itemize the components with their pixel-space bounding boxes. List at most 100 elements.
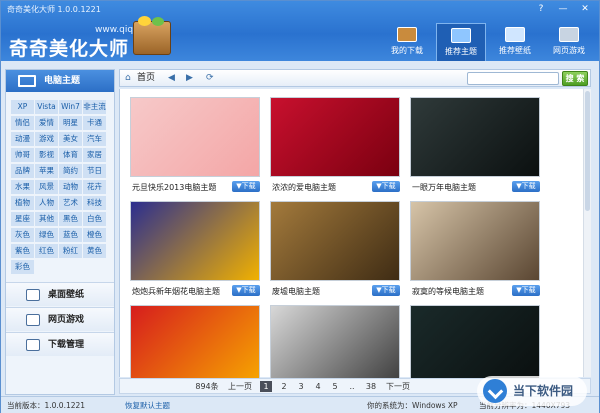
theme-tag[interactable]: 简约 bbox=[59, 164, 82, 178]
theme-tag[interactable]: 人物 bbox=[35, 196, 58, 210]
theme-tag[interactable]: 橙色 bbox=[83, 228, 106, 242]
theme-tag[interactable]: 植物 bbox=[11, 196, 34, 210]
theme-caption: 元旦快乐2013电脑主题 bbox=[132, 183, 217, 192]
theme-tag[interactable]: 白色 bbox=[83, 212, 106, 226]
help-icon[interactable]: ? bbox=[534, 3, 548, 15]
theme-tag[interactable]: XP bbox=[11, 100, 34, 114]
sidebar-link-label: 网页游戏 bbox=[48, 315, 85, 325]
theme-thumbnail[interactable] bbox=[130, 305, 260, 385]
theme-thumbnail[interactable] bbox=[410, 97, 540, 177]
page-number[interactable]: 4 bbox=[312, 381, 324, 392]
theme-thumbnail[interactable] bbox=[410, 305, 540, 385]
refresh-button[interactable]: ⟳ bbox=[206, 73, 214, 83]
download-button[interactable]: ▼下载 bbox=[232, 181, 260, 192]
theme-tag[interactable]: 影视 bbox=[35, 148, 58, 162]
wallpaper-icon bbox=[505, 27, 525, 42]
restore-default-link[interactable]: 恢复默认主题 bbox=[125, 397, 170, 413]
page-number[interactable]: 3 bbox=[295, 381, 307, 392]
theme-tag[interactable]: 黄色 bbox=[83, 244, 106, 258]
theme-tag[interactable]: 艺术 bbox=[59, 196, 82, 210]
download-button[interactable]: ▼下载 bbox=[372, 285, 400, 296]
theme-tag[interactable]: 灰色 bbox=[11, 228, 34, 242]
nav-my-downloads[interactable]: 我的下载 bbox=[382, 23, 432, 61]
watermark-text: 当下软件园 bbox=[513, 384, 574, 398]
page-number[interactable]: 2 bbox=[278, 381, 290, 392]
theme-tag[interactable]: 帅哥 bbox=[11, 148, 34, 162]
sidebar-link-wallpaper[interactable]: 桌面壁纸 bbox=[6, 282, 114, 306]
theme-tag[interactable]: 爱情 bbox=[35, 116, 58, 130]
page-number[interactable]: 1 bbox=[260, 381, 272, 392]
theme-tag[interactable]: 水果 bbox=[11, 180, 34, 194]
theme-tag[interactable]: Win7 bbox=[59, 100, 82, 114]
gamepad-icon bbox=[559, 27, 579, 42]
download-button[interactable]: ▼下载 bbox=[232, 285, 260, 296]
theme-card[interactable]: 浓浓的爱电脑主题 ▼下载 bbox=[270, 97, 400, 199]
theme-tag[interactable]: 粉红 bbox=[59, 244, 82, 258]
theme-tag[interactable]: 绿色 bbox=[35, 228, 58, 242]
download-button[interactable]: ▼下载 bbox=[512, 181, 540, 192]
theme-tag[interactable]: 汽车 bbox=[83, 132, 106, 146]
search-input[interactable] bbox=[467, 72, 559, 85]
theme-tag[interactable]: 蓝色 bbox=[59, 228, 82, 242]
theme-thumbnail[interactable] bbox=[410, 201, 540, 281]
theme-tag[interactable]: 苹果 bbox=[35, 164, 58, 178]
theme-tag[interactable]: 红色 bbox=[35, 244, 58, 258]
theme-tag[interactable]: 星座 bbox=[11, 212, 34, 226]
theme-thumbnail[interactable] bbox=[270, 97, 400, 177]
theme-tag[interactable]: 品牌 bbox=[11, 164, 34, 178]
theme-tag[interactable]: 情侣 bbox=[11, 116, 34, 130]
theme-card[interactable]: 炮炮兵新年烟花电脑主题 ▼下载 bbox=[130, 201, 260, 303]
back-button[interactable]: ◀ bbox=[168, 73, 175, 83]
theme-tag[interactable]: 花卉 bbox=[83, 180, 106, 194]
theme-tag[interactable]: 风景 bbox=[35, 180, 58, 194]
theme-thumbnail[interactable] bbox=[270, 305, 400, 385]
download-button[interactable]: ▼下载 bbox=[372, 181, 400, 192]
theme-tag[interactable]: 动物 bbox=[59, 180, 82, 194]
prev-page-button[interactable]: 上一页 bbox=[226, 381, 254, 392]
theme-tag[interactable]: 家居 bbox=[83, 148, 106, 162]
theme-tag[interactable]: 彩色 bbox=[11, 260, 34, 274]
nav-recommended-themes[interactable]: 推荐主题 bbox=[436, 23, 486, 61]
theme-card[interactable]: 一眼万年电脑主题 ▼下载 bbox=[410, 97, 540, 199]
home-icon[interactable]: ⌂ bbox=[125, 73, 131, 83]
theme-tag[interactable]: 非主流 bbox=[83, 100, 106, 114]
close-button[interactable]: ✕ bbox=[578, 3, 592, 15]
theme-tag[interactable]: 其他 bbox=[35, 212, 58, 226]
scrollbar-thumb[interactable] bbox=[585, 91, 590, 211]
theme-tag[interactable]: Vista bbox=[35, 100, 58, 114]
download-button[interactable]: ▼下载 bbox=[512, 285, 540, 296]
theme-tag[interactable]: 卡通 bbox=[83, 116, 106, 130]
vertical-scrollbar[interactable] bbox=[583, 89, 591, 377]
nav-recommended-wallpapers[interactable]: 推荐壁纸 bbox=[490, 23, 540, 61]
theme-tag[interactable]: 游戏 bbox=[35, 132, 58, 146]
page-number[interactable]: 38 bbox=[364, 381, 378, 392]
theme-tag[interactable]: 美女 bbox=[59, 132, 82, 146]
download-manager-icon bbox=[26, 339, 40, 351]
next-page-button[interactable]: 下一页 bbox=[384, 381, 412, 392]
theme-thumbnail[interactable] bbox=[130, 97, 260, 177]
page-ellipsis: .. bbox=[349, 382, 355, 391]
search-button[interactable]: 搜 索 bbox=[562, 71, 588, 86]
theme-card[interactable]: 废墟电脑主题 ▼下载 bbox=[270, 201, 400, 303]
theme-thumbnail[interactable] bbox=[130, 201, 260, 281]
theme-card[interactable]: 寂寞的等候电脑主题 ▼下载 bbox=[410, 201, 540, 303]
page-number[interactable]: 5 bbox=[329, 381, 341, 392]
theme-tag[interactable]: 节日 bbox=[83, 164, 106, 178]
sidebar-header[interactable]: 电脑主题 bbox=[6, 70, 114, 92]
theme-card[interactable]: 元旦快乐2013电脑主题 ▼下载 bbox=[130, 97, 260, 199]
theme-thumbnail[interactable] bbox=[270, 201, 400, 281]
forward-button[interactable]: ▶ bbox=[186, 73, 193, 83]
monitor-icon bbox=[18, 75, 36, 87]
nav-web-games[interactable]: 网页游戏 bbox=[544, 23, 594, 61]
theme-tag[interactable]: 黑色 bbox=[59, 212, 82, 226]
sidebar-link-games[interactable]: 网页游戏 bbox=[6, 307, 114, 331]
title-bar: 奇奇美化大师 1.0.0.1221 ? — ✕ www.qiqi51.com 奇… bbox=[1, 1, 599, 61]
theme-tag[interactable]: 体育 bbox=[59, 148, 82, 162]
sidebar-link-downloads[interactable]: 下载管理 bbox=[6, 332, 114, 356]
theme-tag[interactable]: 动漫 bbox=[11, 132, 34, 146]
minimize-button[interactable]: — bbox=[556, 3, 570, 15]
theme-tag[interactable]: 科技 bbox=[83, 196, 106, 210]
home-link[interactable]: 首页 bbox=[137, 73, 155, 83]
theme-tag[interactable]: 明星 bbox=[59, 116, 82, 130]
theme-tag[interactable]: 紫色 bbox=[11, 244, 34, 258]
